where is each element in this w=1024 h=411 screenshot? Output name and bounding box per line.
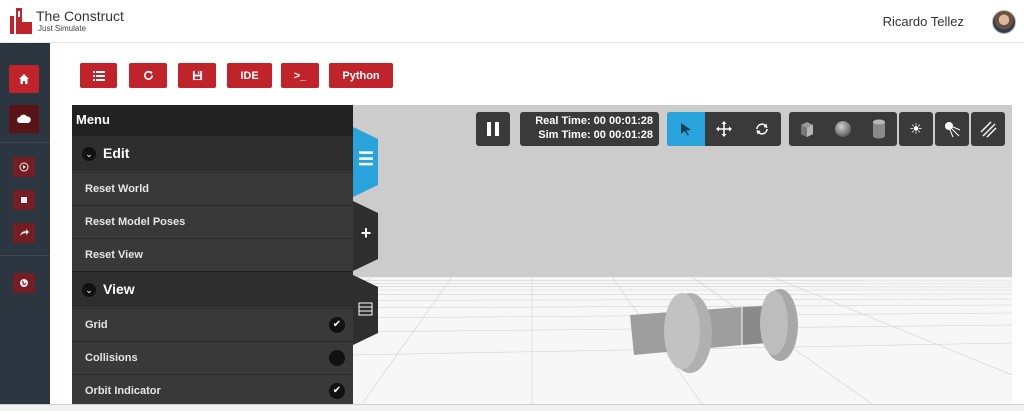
list-icon bbox=[92, 70, 105, 81]
chevron-down-icon: ⌄ bbox=[82, 147, 96, 161]
the-construct-logo[interactable] bbox=[10, 8, 32, 34]
globe-icon[interactable] bbox=[13, 273, 35, 293]
sphere-shape-button[interactable] bbox=[825, 112, 861, 146]
save-button[interactable] bbox=[178, 63, 216, 88]
menu-item-reset-world[interactable]: Reset World bbox=[72, 172, 353, 205]
time-display: Real Time: 00 00:01:28 Sim Time: 00 00:0… bbox=[520, 112, 659, 146]
select-mode-button[interactable] bbox=[667, 112, 705, 146]
menu-item-reset-view[interactable]: Reset View bbox=[72, 238, 353, 271]
menu-item-label: Orbit Indicator bbox=[85, 385, 161, 397]
refresh-icon bbox=[143, 70, 153, 80]
menu-item-label: Reset View bbox=[85, 249, 143, 261]
play-icon[interactable] bbox=[13, 157, 35, 177]
checkmark-icon[interactable]: ✔ bbox=[329, 383, 345, 399]
menu-item-label: Reset World bbox=[85, 183, 149, 195]
sun-icon: ☀ bbox=[909, 121, 923, 138]
terminal-button[interactable]: >_ bbox=[281, 63, 319, 88]
menu-item-orbit-indicator[interactable]: Orbit Indicator ✔ bbox=[72, 374, 353, 407]
list-button[interactable] bbox=[80, 63, 117, 88]
chevron-down-icon: ⌄ bbox=[82, 283, 96, 297]
sim-time: Sim Time: 00 00:01:28 bbox=[538, 129, 653, 141]
section-label: Edit bbox=[103, 145, 130, 161]
tab-insert[interactable]: + bbox=[353, 201, 378, 271]
spot-light-button[interactable] bbox=[935, 112, 969, 146]
ide-button[interactable]: IDE bbox=[227, 63, 272, 88]
menu-title: Menu bbox=[76, 112, 110, 127]
move-icon bbox=[716, 121, 732, 137]
directional-light-icon bbox=[980, 121, 997, 138]
floppy-icon bbox=[192, 70, 202, 81]
directional-light-button[interactable] bbox=[971, 112, 1005, 146]
menu-section-view[interactable]: ⌄ View bbox=[72, 271, 353, 307]
menu-item-label: Grid bbox=[85, 319, 108, 331]
python-button[interactable]: Python bbox=[329, 63, 393, 88]
spotlight-icon bbox=[945, 122, 961, 138]
brand-title: The Construct bbox=[36, 8, 124, 24]
top-header: The Construct Just Simulate Ricardo Tell… bbox=[0, 0, 1024, 43]
cursor-icon bbox=[681, 123, 691, 136]
unchecked-circle-icon[interactable]: ✔ bbox=[329, 350, 345, 366]
brand-subtitle: Just Simulate bbox=[38, 24, 87, 33]
sidebar-divider bbox=[0, 142, 50, 143]
box-icon bbox=[801, 122, 813, 137]
share-icon[interactable] bbox=[13, 223, 35, 243]
robot-model[interactable] bbox=[612, 285, 842, 385]
menu-item-label: Collisions bbox=[85, 352, 138, 364]
sidebar-divider bbox=[0, 255, 50, 256]
cylinder-icon bbox=[873, 119, 885, 139]
section-label: View bbox=[103, 281, 135, 297]
point-light-button[interactable]: ☀ bbox=[899, 112, 933, 146]
menu-item-label: Reset Model Poses bbox=[85, 216, 186, 228]
pause-icon bbox=[487, 122, 491, 136]
translate-mode-button[interactable] bbox=[705, 112, 743, 146]
avatar[interactable] bbox=[992, 10, 1016, 34]
tab-menu[interactable]: ☰ bbox=[353, 127, 378, 197]
shape-toolbar bbox=[789, 112, 897, 146]
menu-header: Menu bbox=[72, 105, 353, 135]
menu-section-edit[interactable]: ⌄ Edit bbox=[72, 135, 353, 171]
menu-item-grid[interactable]: Grid ✔ bbox=[72, 308, 353, 341]
checkmark-icon[interactable]: ✔ bbox=[329, 317, 345, 333]
menu-item-collisions[interactable]: Collisions ✔ bbox=[72, 341, 353, 374]
sphere-icon bbox=[835, 121, 851, 137]
real-time: Real Time: 00 00:01:28 bbox=[535, 115, 653, 127]
hamburger-icon: ☰ bbox=[357, 149, 375, 169]
refresh-button[interactable] bbox=[129, 63, 167, 88]
left-sidebar bbox=[0, 43, 50, 411]
menu-panel: Menu ⌄ Edit Reset World Reset Model Pose… bbox=[72, 105, 353, 404]
mode-toolbar bbox=[667, 112, 781, 146]
stop-icon[interactable] bbox=[13, 190, 35, 210]
box-shape-button[interactable] bbox=[789, 112, 825, 146]
user-name[interactable]: Ricardo Tellez bbox=[883, 14, 964, 29]
tab-tree[interactable] bbox=[353, 275, 378, 345]
home-icon[interactable] bbox=[9, 65, 39, 93]
cloud-icon[interactable] bbox=[9, 105, 39, 133]
menu-item-reset-model-poses[interactable]: Reset Model Poses bbox=[72, 205, 353, 238]
cylinder-shape-button[interactable] bbox=[861, 112, 897, 146]
pause-button[interactable] bbox=[476, 112, 510, 146]
rotate-mode-button[interactable] bbox=[743, 112, 781, 146]
rotate-icon bbox=[756, 123, 768, 135]
plus-icon: + bbox=[360, 223, 372, 243]
bottom-status-strip bbox=[0, 404, 1024, 411]
